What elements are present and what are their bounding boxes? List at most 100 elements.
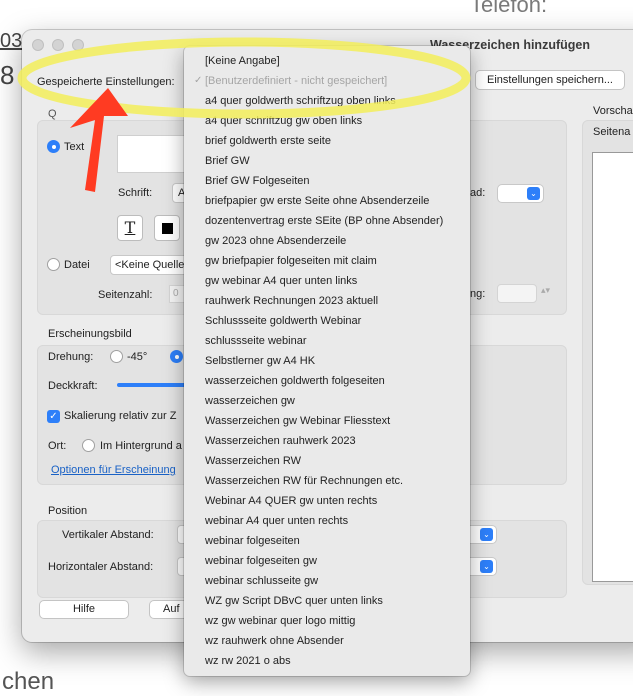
opacity-label: Deckkraft: xyxy=(48,380,98,392)
rotation-0-radio[interactable] xyxy=(170,350,183,363)
menu-item-label: a4 quer schriftzug gw oben links xyxy=(205,115,363,127)
source-right-stepper[interactable] xyxy=(497,284,537,303)
menu-item-label: Webinar A4 QUER gw unten rechts xyxy=(205,495,378,507)
menu-item[interactable]: wasserzeichen gw xyxy=(184,391,470,411)
color-swatch xyxy=(162,223,173,234)
background-number-text: 03 xyxy=(0,30,23,52)
menu-item[interactable]: schlussseite webinar xyxy=(184,331,470,351)
menu-item-label: rauhwerk Rechnungen 2023 aktuell xyxy=(205,295,379,307)
preview-label: Vorscha xyxy=(593,105,633,117)
menu-item-label: wasserzeichen goldwerth folgeseiten xyxy=(205,375,385,387)
menu-item[interactable]: Schlussseite goldwerth Webinar xyxy=(184,311,470,331)
menu-item[interactable]: gw 2023 ohne Absenderzeile xyxy=(184,231,470,251)
text-source-label: Text xyxy=(64,141,85,153)
chevron-updown-icon: ⌄ xyxy=(480,560,493,573)
menu-item-label: schlussseite webinar xyxy=(205,335,307,347)
menu-item[interactable]: brief goldwerth erste seite xyxy=(184,131,470,151)
rotation-label: Drehung: xyxy=(48,351,94,363)
appearance-options-link[interactable]: Optionen für Erscheinung xyxy=(51,464,176,476)
location-label: Ort: xyxy=(48,440,67,452)
menu-item[interactable]: wasserzeichen goldwerth folgeseiten xyxy=(184,371,470,391)
zoom-window-button[interactable] xyxy=(72,39,84,51)
menu-item: ✓ [Benutzerdefiniert - nicht gespeichert] xyxy=(184,71,470,91)
menu-item[interactable]: Wasserzeichen RW xyxy=(184,451,470,471)
vertical-distance-label: Vertikaler Abstand: xyxy=(62,529,154,541)
menu-item[interactable]: gw briefpapier folgeseiten mit claim xyxy=(184,251,470,271)
menu-item[interactable]: wz rauhwerk ohne Absender xyxy=(184,631,470,651)
menu-item-label: wz rauhwerk ohne Absender xyxy=(205,635,344,647)
menu-item-label: Wasserzeichen RW xyxy=(205,455,301,467)
menu-item[interactable]: WZ gw Script DBvC quer unten links xyxy=(184,591,470,611)
chevron-updown-icon: ⌄ xyxy=(480,528,493,541)
menu-item-label: a4 quer goldwerth schriftzug oben links xyxy=(205,95,396,107)
menu-item-label: webinar A4 quer unten rechts xyxy=(205,515,349,527)
menu-item[interactable]: Selbstlerner gw A4 HK xyxy=(184,351,470,371)
watermark-text-input[interactable] xyxy=(117,135,187,173)
menu-item[interactable]: Wasserzeichen RW für Rechnungen etc. xyxy=(184,471,470,491)
close-window-button[interactable] xyxy=(32,39,44,51)
menu-item[interactable]: Webinar A4 QUER gw unten rechts xyxy=(184,491,470,511)
menu-item-label: [Benutzerdefiniert - nicht gespeichert] xyxy=(205,75,388,87)
preview-page-label: Seitena xyxy=(593,126,631,138)
menu-item-label: webinar folgeseiten gw xyxy=(205,555,317,567)
menu-item[interactable]: [Keine Angabe] xyxy=(184,51,470,71)
menu-item[interactable]: webinar folgeseiten gw xyxy=(184,551,470,571)
chevron-updown-icon: ⌄ xyxy=(527,187,540,200)
menu-item-label: gw briefpapier folgeseiten mit claim xyxy=(205,255,377,267)
location-background-radio[interactable] xyxy=(82,439,95,452)
menu-item[interactable]: webinar schlusseite gw xyxy=(184,571,470,591)
horizontal-distance-label: Horizontaler Abstand: xyxy=(48,561,154,573)
rotation-neg45-radio[interactable] xyxy=(110,350,123,363)
text-source-radio[interactable] xyxy=(47,140,60,153)
menu-item[interactable]: Wasserzeichen rauhwerk 2023 xyxy=(184,431,470,451)
source-right-label-2: ng: xyxy=(470,288,486,300)
minimize-window-button[interactable] xyxy=(52,39,64,51)
menu-item[interactable]: Wasserzeichen gw Webinar Fliesstext xyxy=(184,411,470,431)
text-style-button[interactable]: T xyxy=(117,215,143,241)
menu-item[interactable]: dozentenvertrag erste SEite (BP ohne Abs… xyxy=(184,211,470,231)
menu-item-label: Selbstlerner gw A4 HK xyxy=(205,355,316,367)
menu-item-label: [Keine Angabe] xyxy=(205,55,280,67)
menu-item[interactable]: webinar A4 quer unten rechts xyxy=(184,511,470,531)
menu-item[interactable]: Brief GW Folgeseiten xyxy=(184,171,470,191)
menu-item-label: gw 2023 ohne Absenderzeile xyxy=(205,235,347,247)
file-source-label: Datei xyxy=(64,259,90,271)
source-right-label: ad: xyxy=(470,187,486,199)
menu-item-label: briefpapier gw erste Seite ohne Absender… xyxy=(205,195,430,207)
menu-item-label: wz rw 2021 o abs xyxy=(205,655,291,667)
menu-item[interactable]: gw webinar A4 quer unten links xyxy=(184,271,470,291)
menu-item[interactable]: a4 quer goldwerth schriftzug oben links xyxy=(184,91,470,111)
file-source-radio[interactable] xyxy=(47,258,60,271)
appearance-section-label: Erscheinungsbild xyxy=(48,328,132,340)
menu-item[interactable]: webinar folgeseiten xyxy=(184,531,470,551)
position-section-label: Position xyxy=(48,505,88,517)
menu-item-label: wz gw webinar quer logo mittig xyxy=(205,615,356,627)
menu-item-label: Wasserzeichen gw Webinar Fliesstext xyxy=(205,415,391,427)
scale-relative-checkbox[interactable]: ✓ xyxy=(47,410,60,423)
opacity-slider[interactable] xyxy=(117,383,187,387)
rotation-neg45-label: -45° xyxy=(127,351,148,363)
font-label: Schrift: xyxy=(118,187,153,199)
apply-button[interactable]: Auf xyxy=(149,600,189,619)
menu-item[interactable]: wz gw webinar quer logo mittig xyxy=(184,611,470,631)
text-color-button[interactable] xyxy=(154,215,180,241)
menu-item-label: wasserzeichen gw xyxy=(205,395,295,407)
menu-item-label: Schlussseite goldwerth Webinar xyxy=(205,315,362,327)
menu-item[interactable]: rauhwerk Rechnungen 2023 aktuell xyxy=(184,291,470,311)
checkmark-icon: ✓ xyxy=(194,75,203,86)
help-button[interactable]: Hilfe xyxy=(39,600,129,619)
file-source-select[interactable]: <Keine Quelle xyxy=(110,255,190,275)
source-right-select[interactable]: ⌄ xyxy=(497,184,544,203)
menu-item[interactable]: Brief GW xyxy=(184,151,470,171)
saved-settings-menu: [Keine Angabe] ✓ [Benutzerdefiniert - nich… xyxy=(184,46,470,676)
menu-item[interactable]: briefpapier gw erste Seite ohne Absender… xyxy=(184,191,470,211)
background-bottom-text: chen xyxy=(2,668,55,695)
menu-item-label: dozentenvertrag erste SEite (BP ohne Abs… xyxy=(205,215,444,227)
save-settings-button[interactable]: Einstellungen speichern... xyxy=(475,70,625,90)
menu-item-label: webinar schlusseite gw xyxy=(205,575,319,587)
menu-item[interactable]: a4 quer schriftzug gw oben links xyxy=(184,111,470,131)
scale-relative-label: Skalierung relativ zur Z xyxy=(64,410,177,422)
stepper-arrows-icon[interactable]: ▴▾ xyxy=(541,285,550,296)
background-number-text: 8 xyxy=(0,60,15,90)
menu-item[interactable]: wz rw 2021 o abs xyxy=(184,651,470,671)
